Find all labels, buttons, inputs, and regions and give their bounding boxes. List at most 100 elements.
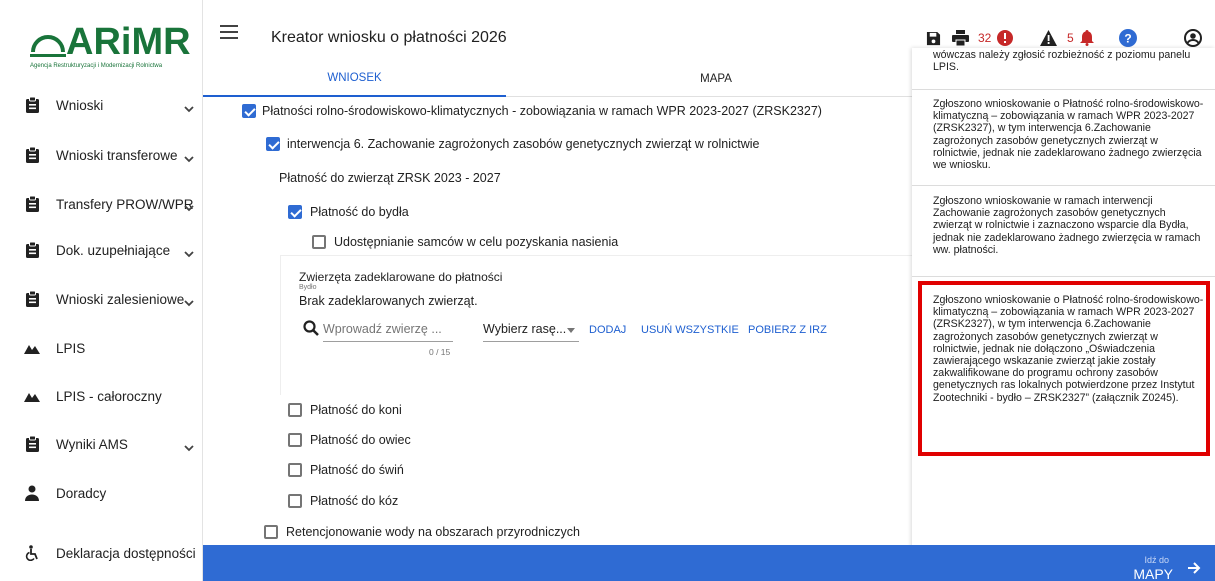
chevron-down-icon <box>184 294 194 307</box>
search-underline <box>323 341 453 342</box>
print-icon[interactable] <box>952 29 969 47</box>
logo-subtitle: Agencja Restrukturyzacji i Modernizacji … <box>30 63 163 69</box>
top-bar: Kreator wniosku o płatności 2026 32 5 ? <box>203 0 1215 50</box>
chevron-down-icon <box>184 245 194 258</box>
save-icon[interactable] <box>926 29 941 47</box>
bell-icon <box>1079 30 1094 46</box>
animals-panel: Zwierzęta zadeklarowane do płatności Byd… <box>280 255 920 395</box>
chevron-down-icon <box>567 328 575 333</box>
cattle-label: Płatność do bydła <box>310 205 409 219</box>
logo-text: ARiMR <box>66 21 191 63</box>
sidebar: ARiMR Agencja Restrukturyzacji i Moderni… <box>0 0 203 581</box>
svg-text:?: ? <box>1124 32 1131 46</box>
account-icon[interactable] <box>1184 29 1202 47</box>
clipboard-icon <box>24 291 40 307</box>
horses-checkbox[interactable] <box>288 403 302 417</box>
terrain-icon <box>24 388 40 404</box>
intervention-checkbox[interactable] <box>266 137 280 151</box>
sidebar-item[interactable]: Wnioski zalesieniowe <box>0 279 203 319</box>
warning-icon <box>1040 30 1057 46</box>
goto-small-label: Idź do <box>1144 555 1169 565</box>
sidebar-item-label: Deklaracja dostępności <box>56 545 196 561</box>
message-item[interactable]: Zgłoszono wnioskowanie w ramach interwen… <box>912 186 1215 277</box>
breed-select[interactable]: Wybierz rasę... <box>483 320 579 342</box>
terrain-icon <box>24 340 40 356</box>
sheep-checkbox[interactable] <box>288 433 302 447</box>
clipboard-icon <box>24 196 40 212</box>
message-item[interactable]: wówczas należy zgłosić rozbieżność z poz… <box>912 48 1215 90</box>
accessibility-icon <box>24 545 40 561</box>
clipboard-icon <box>24 436 40 452</box>
sidebar-item[interactable]: Dok. uzupełniające <box>0 230 203 270</box>
animal-search-input[interactable]: Wprowadź zwierzę ... <box>323 322 442 336</box>
sheep-label: Płatność do owiec <box>310 433 411 447</box>
tab-mapa[interactable]: MAPA <box>506 61 926 97</box>
goto-map-button[interactable]: Idź do MAPY <box>1123 553 1203 581</box>
menu-icon[interactable] <box>220 25 238 39</box>
warning-count[interactable]: 5 <box>1040 29 1094 47</box>
error-count[interactable]: 32 <box>978 29 1014 47</box>
sidebar-item-label: Wnioski transferowe <box>56 147 178 163</box>
sidebar-item[interactable]: Wnioski transferowe <box>0 135 203 175</box>
tab-wniosek[interactable]: WNIOSEK <box>203 61 506 97</box>
goto-big-label: MAPY <box>1133 566 1173 581</box>
sidebar-item[interactable]: LPIS <box>0 328 203 368</box>
sidebar-item[interactable]: Wnioski <box>0 85 203 125</box>
pigs-checkbox[interactable] <box>288 463 302 477</box>
search-counter: 0 / 15 <box>429 347 451 357</box>
intervention-label: interwencja 6. Zachowanie zagrożonych za… <box>287 137 760 151</box>
goats-checkbox[interactable] <box>288 494 302 508</box>
sidebar-item[interactable]: Wyniki AMS <box>0 424 203 464</box>
clipboard-icon <box>24 242 40 258</box>
message-item[interactable]: Zgłoszono wnioskowanie o Płatność rolno-… <box>912 90 1215 186</box>
sidebar-item[interactable]: Doradcy <box>0 473 203 513</box>
animals-empty-text: Brak zadeklarowanych zwierząt. <box>299 294 478 308</box>
arrow-right-icon <box>1188 562 1201 574</box>
message-text: Zgłoszono wnioskowanie o Płatność rolno-… <box>933 98 1204 172</box>
animals-panel-subtitle: Bydło <box>299 284 317 291</box>
logo-mark-icon <box>30 35 66 57</box>
section-title: Płatność do zwierząt ZRSK 2023 - 2027 <box>279 171 501 185</box>
clipboard-icon <box>24 97 40 113</box>
error-icon <box>997 30 1014 46</box>
sidebar-item-label: Transfery PROW/WPR <box>56 196 194 212</box>
app-root: ARiMR Agencja Restrukturyzacji i Moderni… <box>0 0 1215 581</box>
sidebar-item-label: Wnioski zalesieniowe <box>56 291 185 307</box>
sidebar-item-label: Wyniki AMS <box>56 436 128 452</box>
fetch-irz-button[interactable]: POBIERZ Z IRZ <box>748 324 827 336</box>
chevron-down-icon <box>184 100 194 113</box>
help-icon[interactable]: ? <box>1119 29 1137 47</box>
sidebar-item-label: LPIS - całoroczny <box>56 388 162 404</box>
pigs-label: Płatność do świń <box>310 463 404 477</box>
zrsk-checkbox[interactable] <box>242 104 256 118</box>
remove-all-button[interactable]: USUŃ WSZYSTKIE <box>641 324 739 336</box>
search-icon <box>303 320 319 336</box>
zrsk-label: Płatności rolno-środowiskowo-klimatyczny… <box>262 104 822 118</box>
chevron-down-icon <box>184 439 194 452</box>
message-item[interactable]: Zgłoszono wnioskowanie o Płatność rolno-… <box>912 277 1215 460</box>
sidebar-item-label: LPIS <box>56 340 86 356</box>
sidebar-item-label: Wnioski <box>56 97 104 113</box>
sidebar-item[interactable]: Transfery PROW/WPR <box>0 184 203 224</box>
retention-checkbox[interactable] <box>264 525 278 539</box>
sidebar-item-label: Dok. uzupełniające <box>56 242 171 258</box>
semen-checkbox[interactable] <box>312 235 326 249</box>
person-icon <box>24 485 40 501</box>
bottom-bar: Idź do MAPY <box>203 545 1215 581</box>
sidebar-item[interactable]: LPIS - całoroczny <box>0 376 203 416</box>
cattle-checkbox[interactable] <box>288 205 302 219</box>
sidebar-item-label: Doradcy <box>56 485 107 501</box>
clipboard-icon <box>24 147 40 163</box>
validation-messages-panel[interactable]: wówczas należy zgłosić rozbieżność z poz… <box>912 48 1215 558</box>
chevron-down-icon <box>184 150 194 163</box>
message-text: Zgłoszono wnioskowanie w ramach interwen… <box>933 195 1201 256</box>
add-animal-button[interactable]: DODAJ <box>589 324 626 336</box>
arimr-logo[interactable]: ARiMR Agencja Restrukturyzacji i Moderni… <box>30 22 191 70</box>
message-text: Zgłoszono wnioskowanie o Płatność rolno-… <box>933 294 1204 404</box>
sidebar-item[interactable]: Deklaracja dostępności <box>0 533 203 573</box>
retention-label: Retencjonowanie wody na obszarach przyro… <box>286 525 580 539</box>
animals-panel-title: Zwierzęta zadeklarowane do płatności <box>299 270 503 284</box>
breed-select-value: Wybierz rasę... <box>483 322 567 336</box>
message-text: wówczas należy zgłosić rozbieżność z poz… <box>933 49 1191 74</box>
goats-label: Płatność do kóz <box>310 494 399 508</box>
